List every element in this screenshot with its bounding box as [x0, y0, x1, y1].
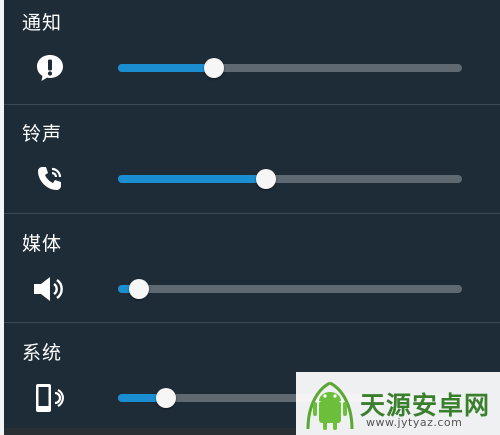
ringtone-volume-thumb[interactable] — [255, 169, 276, 189]
media-volume-section: 媒体 — [4, 221, 500, 329]
media-volume-thumb[interactable] — [128, 279, 149, 299]
ringtone-phone-icon — [32, 161, 68, 197]
divider — [4, 322, 500, 323]
divider — [4, 104, 500, 105]
ringtone-volume-fill — [118, 175, 266, 183]
notification-volume-thumb[interactable] — [204, 58, 225, 78]
volume-panel: 通知 铃声 媒体 系统 — [4, 0, 500, 435]
phone-vibrate-icon — [32, 380, 68, 416]
watermark: 天源安卓网 www.jytyaz.com — [296, 372, 500, 435]
ringtone-volume-label: 铃声 — [22, 123, 63, 145]
notification-volume-label: 通知 — [22, 12, 63, 34]
speaker-icon — [32, 271, 68, 307]
notification-volume-fill — [118, 64, 215, 72]
background-strip — [4, 428, 296, 435]
notification-alert-icon — [32, 50, 68, 86]
system-volume-thumb[interactable] — [156, 388, 177, 408]
notification-volume-section: 通知 — [4, 0, 500, 108]
system-volume-label: 系统 — [22, 342, 63, 364]
divider — [4, 213, 500, 214]
ringtone-volume-slider[interactable] — [118, 169, 462, 189]
android-logo-icon — [306, 381, 354, 430]
notification-volume-slider[interactable] — [118, 58, 462, 78]
media-volume-slider[interactable] — [118, 279, 462, 299]
watermark-url: www.jytyaz.com — [366, 416, 463, 429]
ringtone-volume-section: 铃声 — [4, 111, 500, 219]
media-volume-label: 媒体 — [22, 233, 63, 255]
